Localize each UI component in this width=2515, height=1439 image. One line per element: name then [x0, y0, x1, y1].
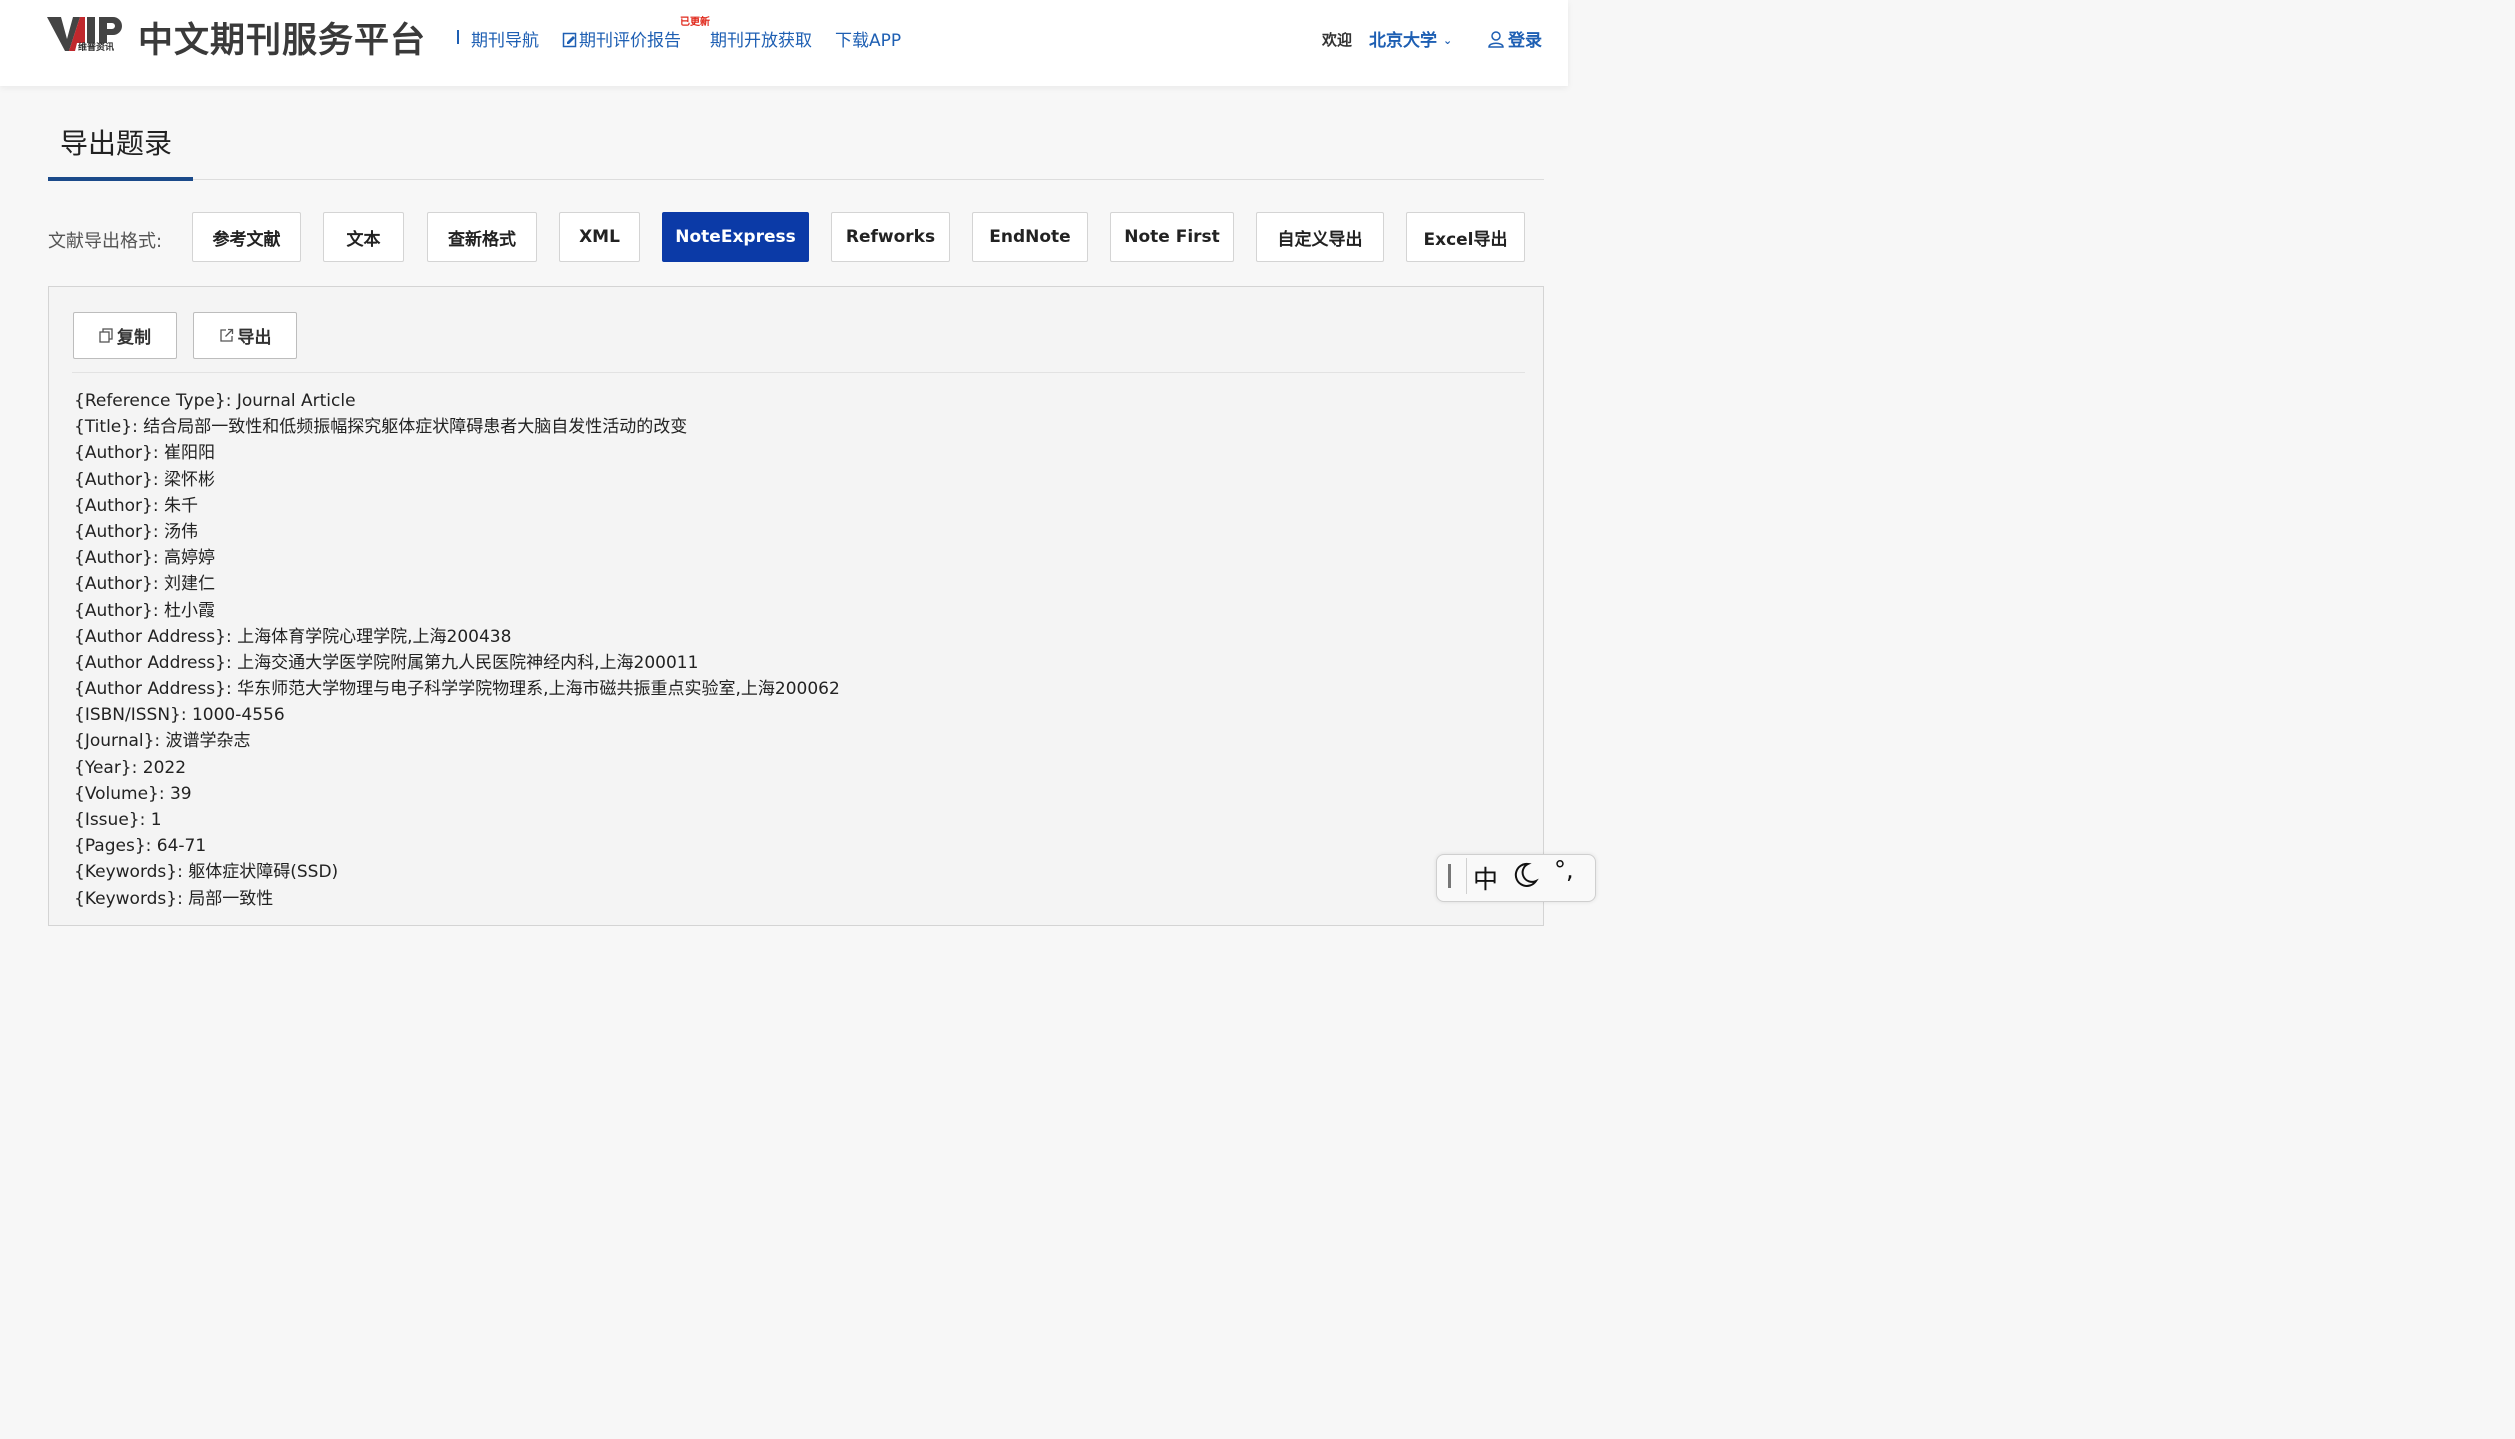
format-xml[interactable]: XML — [559, 212, 640, 262]
updated-badge: 已更新 — [680, 17, 710, 28]
format-custom-export[interactable]: 自定义导出 — [1256, 212, 1384, 262]
format-notefirst[interactable]: Note First — [1110, 212, 1234, 262]
reference-line: {Author Address}: 华东师范大学物理与电子科学学院物理系,上海市… — [74, 679, 840, 700]
user-icon — [1488, 31, 1504, 48]
nav-journal-navigation[interactable]: 期刊导航 — [471, 26, 539, 51]
reference-line: {Reference Type}: Journal Article — [74, 391, 356, 411]
title-divider-line — [48, 179, 1544, 180]
nav-download-app[interactable]: 下载APP — [835, 26, 901, 51]
reference-line: {ISBN/ISSN}: 1000-4556 — [74, 705, 285, 726]
reference-line: {Year}: 2022 — [74, 757, 187, 778]
welcome-text: 欢迎 — [1322, 31, 1353, 49]
reference-line: {Author}: 梁怀彬 — [74, 469, 215, 490]
copy-icon — [99, 328, 113, 343]
reference-line: {Volume}: 39 — [74, 783, 192, 804]
reference-line: {Author}: 刘建仁 — [74, 574, 215, 595]
chevron-down-icon: ⌄ — [1443, 34, 1453, 47]
export-format-label: 文献导出格式: — [48, 231, 163, 252]
reference-line: {Author}: 杜小霞 — [74, 600, 215, 621]
reference-line: {Keywords}: 局部一致性 — [74, 888, 274, 909]
reference-line: {Author Address}: 上海交通大学医学院附属第九人民医院神经内科,… — [74, 652, 699, 673]
reference-line: {Author}: 高婷婷 — [74, 548, 215, 569]
reference-line: {Author}: 朱千 — [74, 495, 198, 516]
logo-subtitle: 维普资讯 — [78, 43, 115, 53]
institution-dropdown[interactable]: 北京大学 ⌄ — [1369, 26, 1452, 51]
external-link-icon — [219, 328, 233, 342]
reference-line: {Author Address}: 上海体育学院心理学院,上海200438 — [74, 626, 512, 647]
format-endnote[interactable]: EndNote — [972, 212, 1088, 262]
reference-line: {Issue}: 1 — [74, 810, 162, 830]
format-text[interactable]: 文本 — [323, 212, 404, 262]
report-edit-icon — [562, 32, 577, 48]
institution-name: 北京大学 — [1369, 31, 1437, 51]
format-noteexpress[interactable]: NoteExpress — [662, 212, 809, 262]
format-novelty-search[interactable]: 查新格式 — [427, 212, 537, 262]
copy-button[interactable]: 复制 — [73, 312, 177, 359]
export-button[interactable]: 导出 — [193, 312, 297, 359]
title-divider — [457, 30, 459, 44]
reference-line: {Pages}: 64-71 — [74, 836, 207, 857]
reference-list: {Reference Type}: Journal Article {Title… — [74, 388, 840, 912]
reference-line: {Journal}: 波谱学杂志 — [74, 731, 251, 752]
format-excel-export[interactable]: Excel导出 — [1406, 212, 1525, 262]
ime-punctuation-toggle[interactable]: °, — [1554, 856, 1574, 884]
section-title: 导出题录 — [60, 127, 173, 160]
top-header: 维普资讯 中文期刊服务平台 期刊导航 期刊评价报告 已更新 期刊开放获取 下载A… — [0, 0, 1568, 86]
ime-language-toggle[interactable]: 中 — [1473, 860, 1498, 896]
login-button[interactable]: 登录 — [1488, 26, 1542, 51]
platform-title[interactable]: 中文期刊服务平台 — [138, 12, 426, 63]
reference-line: {Title}: 结合局部一致性和低频振幅探究躯体症状障碍患者大脑自发性活动的改… — [74, 417, 688, 438]
format-reference[interactable]: 参考文献 — [192, 212, 301, 262]
reference-line: {Author}: 崔阳阳 — [74, 443, 215, 464]
reference-line: {Author}: 汤伟 — [74, 521, 198, 542]
reference-line: {Keywords}: 躯体症状障碍(SSD) — [74, 862, 339, 883]
nav-open-access[interactable]: 期刊开放获取 — [710, 26, 812, 51]
moon-icon[interactable] — [1513, 861, 1539, 889]
ime-divider — [1466, 858, 1467, 894]
title-underline — [48, 177, 193, 181]
nav-journal-evaluation-report[interactable]: 期刊评价报告 — [562, 26, 681, 51]
ime-drag-handle[interactable] — [1448, 864, 1451, 888]
format-refworks[interactable]: Refworks — [831, 212, 950, 262]
panel-divider — [72, 372, 1525, 373]
